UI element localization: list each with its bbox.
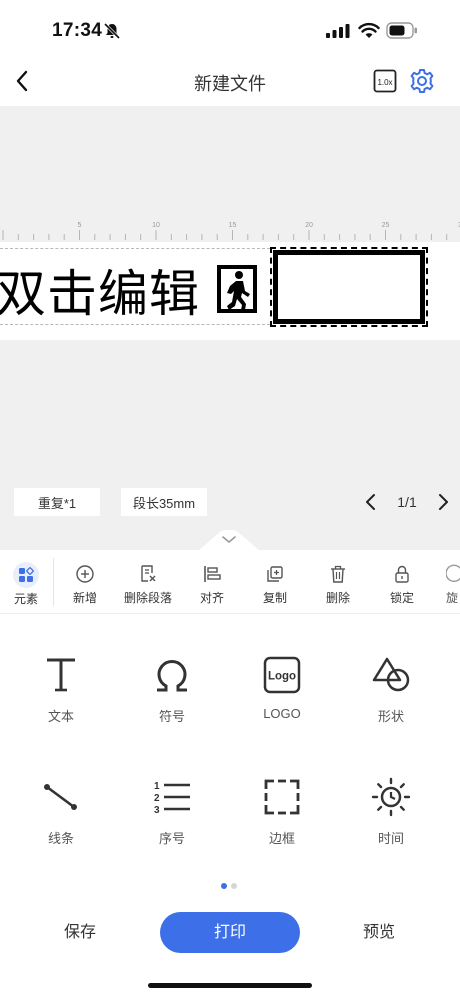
nav-bar: 新建文件 1.0x (0, 58, 460, 106)
rotate-icon (446, 563, 460, 585)
ruler-label: 15 (229, 222, 237, 229)
toolbar-label: 元素 (13, 592, 38, 606)
toolbar-align[interactable]: 对齐 (191, 550, 233, 614)
text-element[interactable]: 双击编辑 (0, 254, 200, 326)
status-time: 17:34 (52, 20, 103, 41)
bottom-action-bar: 保存 打印 预览 (0, 900, 460, 997)
svg-text:2: 2 (154, 793, 160, 804)
ruler: 51015202530 (2, 222, 460, 240)
svg-text:1: 1 (154, 781, 160, 792)
frame-element[interactable] (270, 247, 428, 327)
element-label: LOGO (263, 706, 301, 721)
page-navigator: 1/1 (362, 487, 452, 517)
paragraph-guide-top (0, 248, 270, 249)
border-icon (261, 776, 303, 818)
element-time[interactable]: 时间 (336, 776, 446, 866)
page-dot (231, 883, 237, 889)
toolbar-divider (53, 558, 54, 606)
bell-off-icon (103, 22, 121, 40)
battery-icon (386, 22, 417, 39)
edit-toolbar: 元素 新增 删除段落 对齐 复制 删除 锁定 旋 (0, 550, 460, 614)
logo-text: Logo (268, 671, 296, 683)
trash-icon (327, 563, 349, 585)
toolbar-label: 复制 (262, 591, 287, 605)
omega-symbol-icon (151, 654, 193, 696)
element-border[interactable]: 边框 (227, 776, 337, 866)
element-line[interactable]: 线条 (6, 776, 116, 866)
zoom-icon[interactable]: 1.0x (373, 69, 397, 93)
text-icon (40, 654, 82, 696)
toolbar-rotate[interactable]: 旋 (446, 550, 460, 614)
toolbar-lock[interactable]: 锁定 (381, 550, 423, 614)
preview-button[interactable]: 预览 (349, 920, 409, 946)
segment-length[interactable]: 段长35mm (121, 488, 207, 516)
svg-text:3: 3 (154, 805, 160, 816)
clock-icon (370, 776, 412, 818)
canvas-area[interactable]: 51015202530 双击编辑 重复*1 段长35mm 1/1 (0, 106, 460, 551)
chevron-left-icon[interactable] (362, 492, 378, 512)
add-circle-icon (74, 563, 96, 585)
page-indicator: 1/1 (397, 494, 417, 510)
element-label: 序号 (158, 831, 185, 846)
element-symbol[interactable]: 符号 (117, 654, 227, 744)
collapse-panel-toggle[interactable] (198, 530, 260, 551)
elements-icon (13, 562, 39, 588)
repeat-count[interactable]: 重复*1 (14, 488, 100, 516)
copy-icon (264, 563, 286, 585)
shapes-icon (370, 654, 412, 696)
status-bar: 17:34 (0, 0, 460, 58)
toolbar-label: 对齐 (199, 591, 224, 605)
element-label: 文本 (47, 709, 74, 724)
align-icon (201, 563, 223, 585)
toolbar-label: 锁定 (389, 591, 414, 605)
toolbar-delete[interactable]: 删除 (317, 550, 359, 614)
element-label: 时间 (377, 831, 404, 846)
chevron-right-icon[interactable] (436, 492, 452, 512)
cellular-signal-icon (326, 24, 350, 38)
element-label: 线条 (47, 831, 74, 846)
wifi-icon (358, 22, 380, 38)
lock-icon (391, 563, 413, 585)
toolbar-label: 删除段落 (123, 591, 172, 605)
element-label: 形状 (377, 709, 404, 724)
element-logo[interactable]: Logo LOGO (227, 654, 337, 744)
toolbar-label: 旋 (446, 591, 459, 605)
print-button[interactable]: 打印 (160, 912, 300, 953)
element-serial[interactable]: 123 序号 (117, 776, 227, 866)
ruler-label: 10 (152, 222, 160, 229)
ruler-label: 5 (78, 222, 82, 229)
page-dot-active (221, 883, 227, 889)
ruler-label: 25 (382, 222, 390, 229)
numbered-list-icon: 123 (151, 776, 193, 818)
element-label: 符号 (158, 709, 185, 724)
logo-icon: Logo (261, 654, 303, 696)
toolbar-copy[interactable]: 复制 (254, 550, 296, 614)
panel-page-indicator (221, 883, 237, 889)
toolbar-add[interactable]: 新增 (64, 550, 106, 614)
ruler-label: 20 (305, 222, 313, 229)
toolbar-delete-paragraph[interactable]: 删除段落 (121, 550, 175, 614)
element-label: 边框 (268, 831, 295, 846)
toolbar-elements[interactable]: 元素 (4, 550, 48, 614)
save-button[interactable]: 保存 (50, 920, 110, 946)
element-shape[interactable]: 形状 (336, 654, 446, 744)
gear-icon[interactable] (409, 68, 435, 94)
emergency-exit-icon[interactable] (216, 264, 258, 314)
toolbar-label: 新增 (72, 591, 97, 605)
toolbar-label: 删除 (325, 591, 350, 605)
element-panel: 文本 符号 Logo LOGO 形状 线条 123 序号 边框 时间 (0, 614, 460, 884)
delete-paragraph-icon (137, 563, 159, 585)
zoom-label: 1.0x (377, 78, 392, 87)
home-indicator (148, 983, 312, 988)
element-text[interactable]: 文本 (6, 654, 116, 744)
line-icon (40, 776, 82, 818)
